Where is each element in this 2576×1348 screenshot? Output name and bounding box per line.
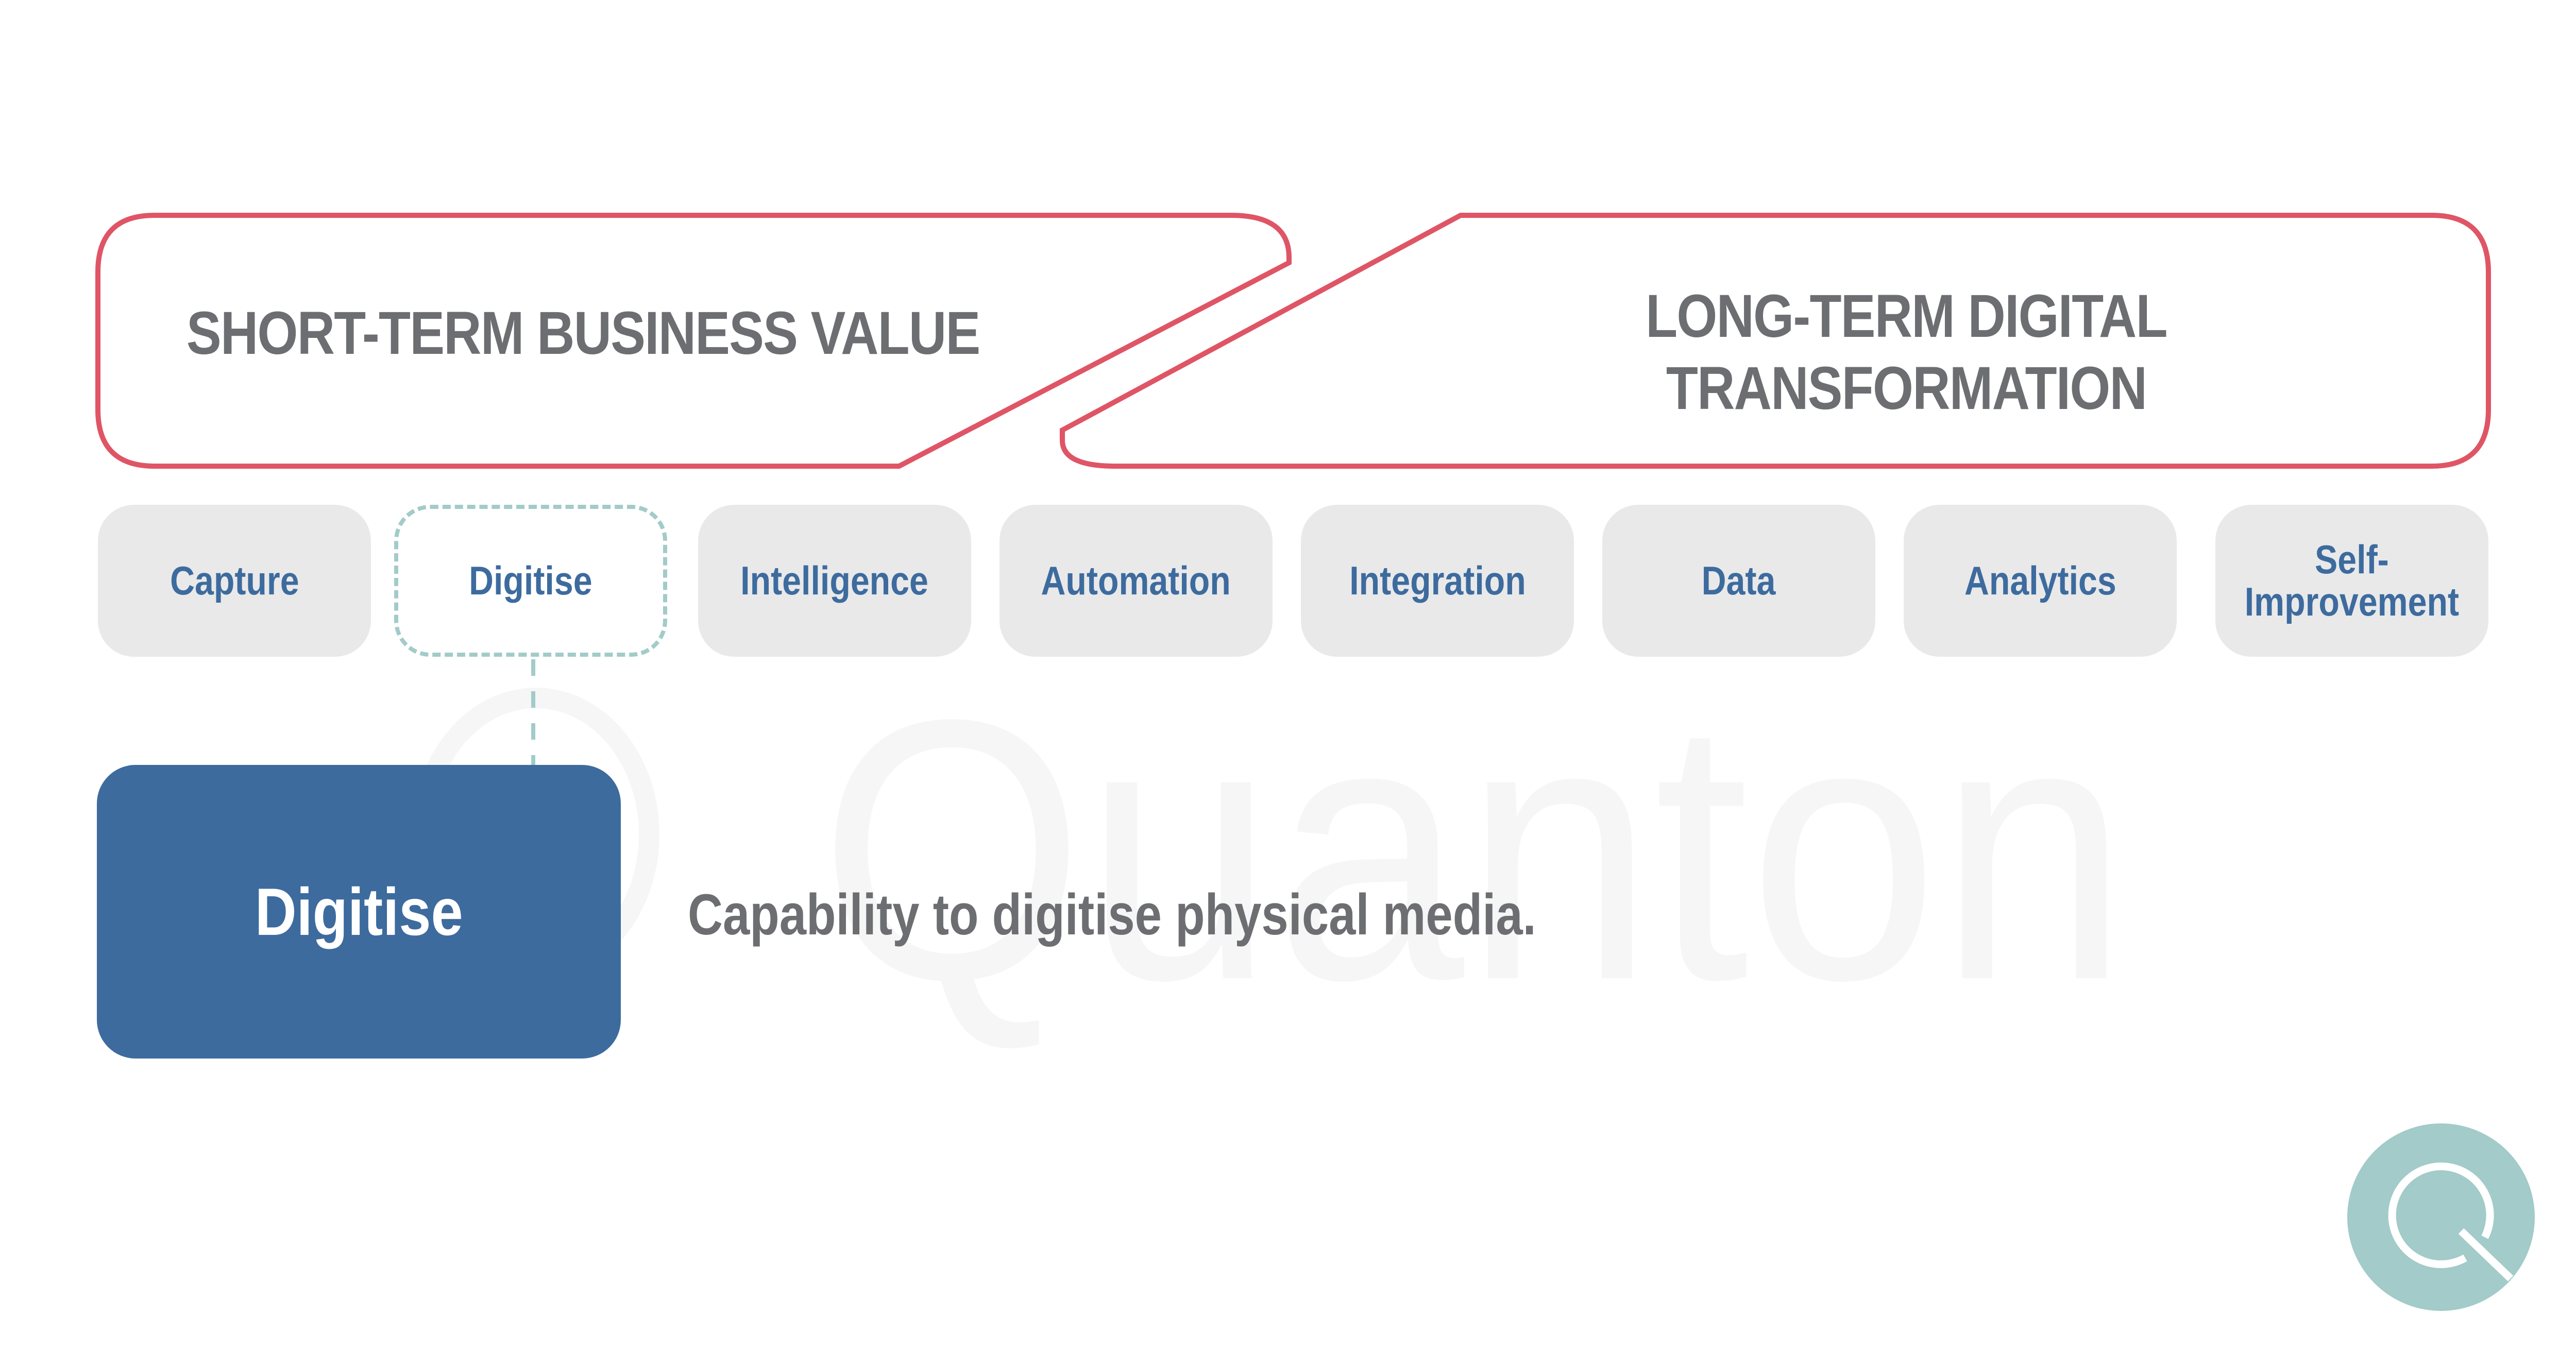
capability-intelligence[interactable]: Intelligence	[698, 505, 971, 657]
capability-data[interactable]: Data	[1602, 505, 1875, 657]
capability-label: Capture	[170, 557, 299, 603]
quanton-q-logo-icon	[2347, 1123, 2535, 1311]
capability-label: Analytics	[1964, 557, 2116, 603]
capability-digitise[interactable]: Digitise	[394, 505, 667, 657]
detail-title: Digitise	[255, 874, 463, 949]
long-term-banner-title-line2: TRANSFORMATION	[1666, 354, 2147, 422]
capability-label: Data	[1702, 557, 1776, 603]
capability-label: Integration	[1349, 557, 1526, 603]
capability-label: Digitise	[469, 557, 592, 603]
detail-card: Digitise	[97, 765, 621, 1059]
capability-automation[interactable]: Automation	[999, 505, 1273, 657]
capability-integration[interactable]: Integration	[1301, 505, 1574, 657]
capability-label: Intelligence	[740, 557, 929, 603]
capability-label: Automation	[1041, 557, 1231, 603]
capability-analytics[interactable]: Analytics	[1904, 505, 2177, 657]
capability-self-improvement[interactable]: Self- Improvement	[2215, 505, 2488, 657]
short-term-banner-title: SHORT-TERM BUSINESS VALUE	[187, 299, 980, 367]
capability-capture[interactable]: Capture	[98, 505, 371, 657]
banner-outlines	[95, 213, 2491, 765]
long-term-banner-title-line1: LONG-TERM DIGITAL	[1646, 282, 2167, 350]
detail-description: Capability to digitise physical media.	[688, 882, 1536, 947]
capability-label: Self- Improvement	[2244, 536, 2460, 624]
